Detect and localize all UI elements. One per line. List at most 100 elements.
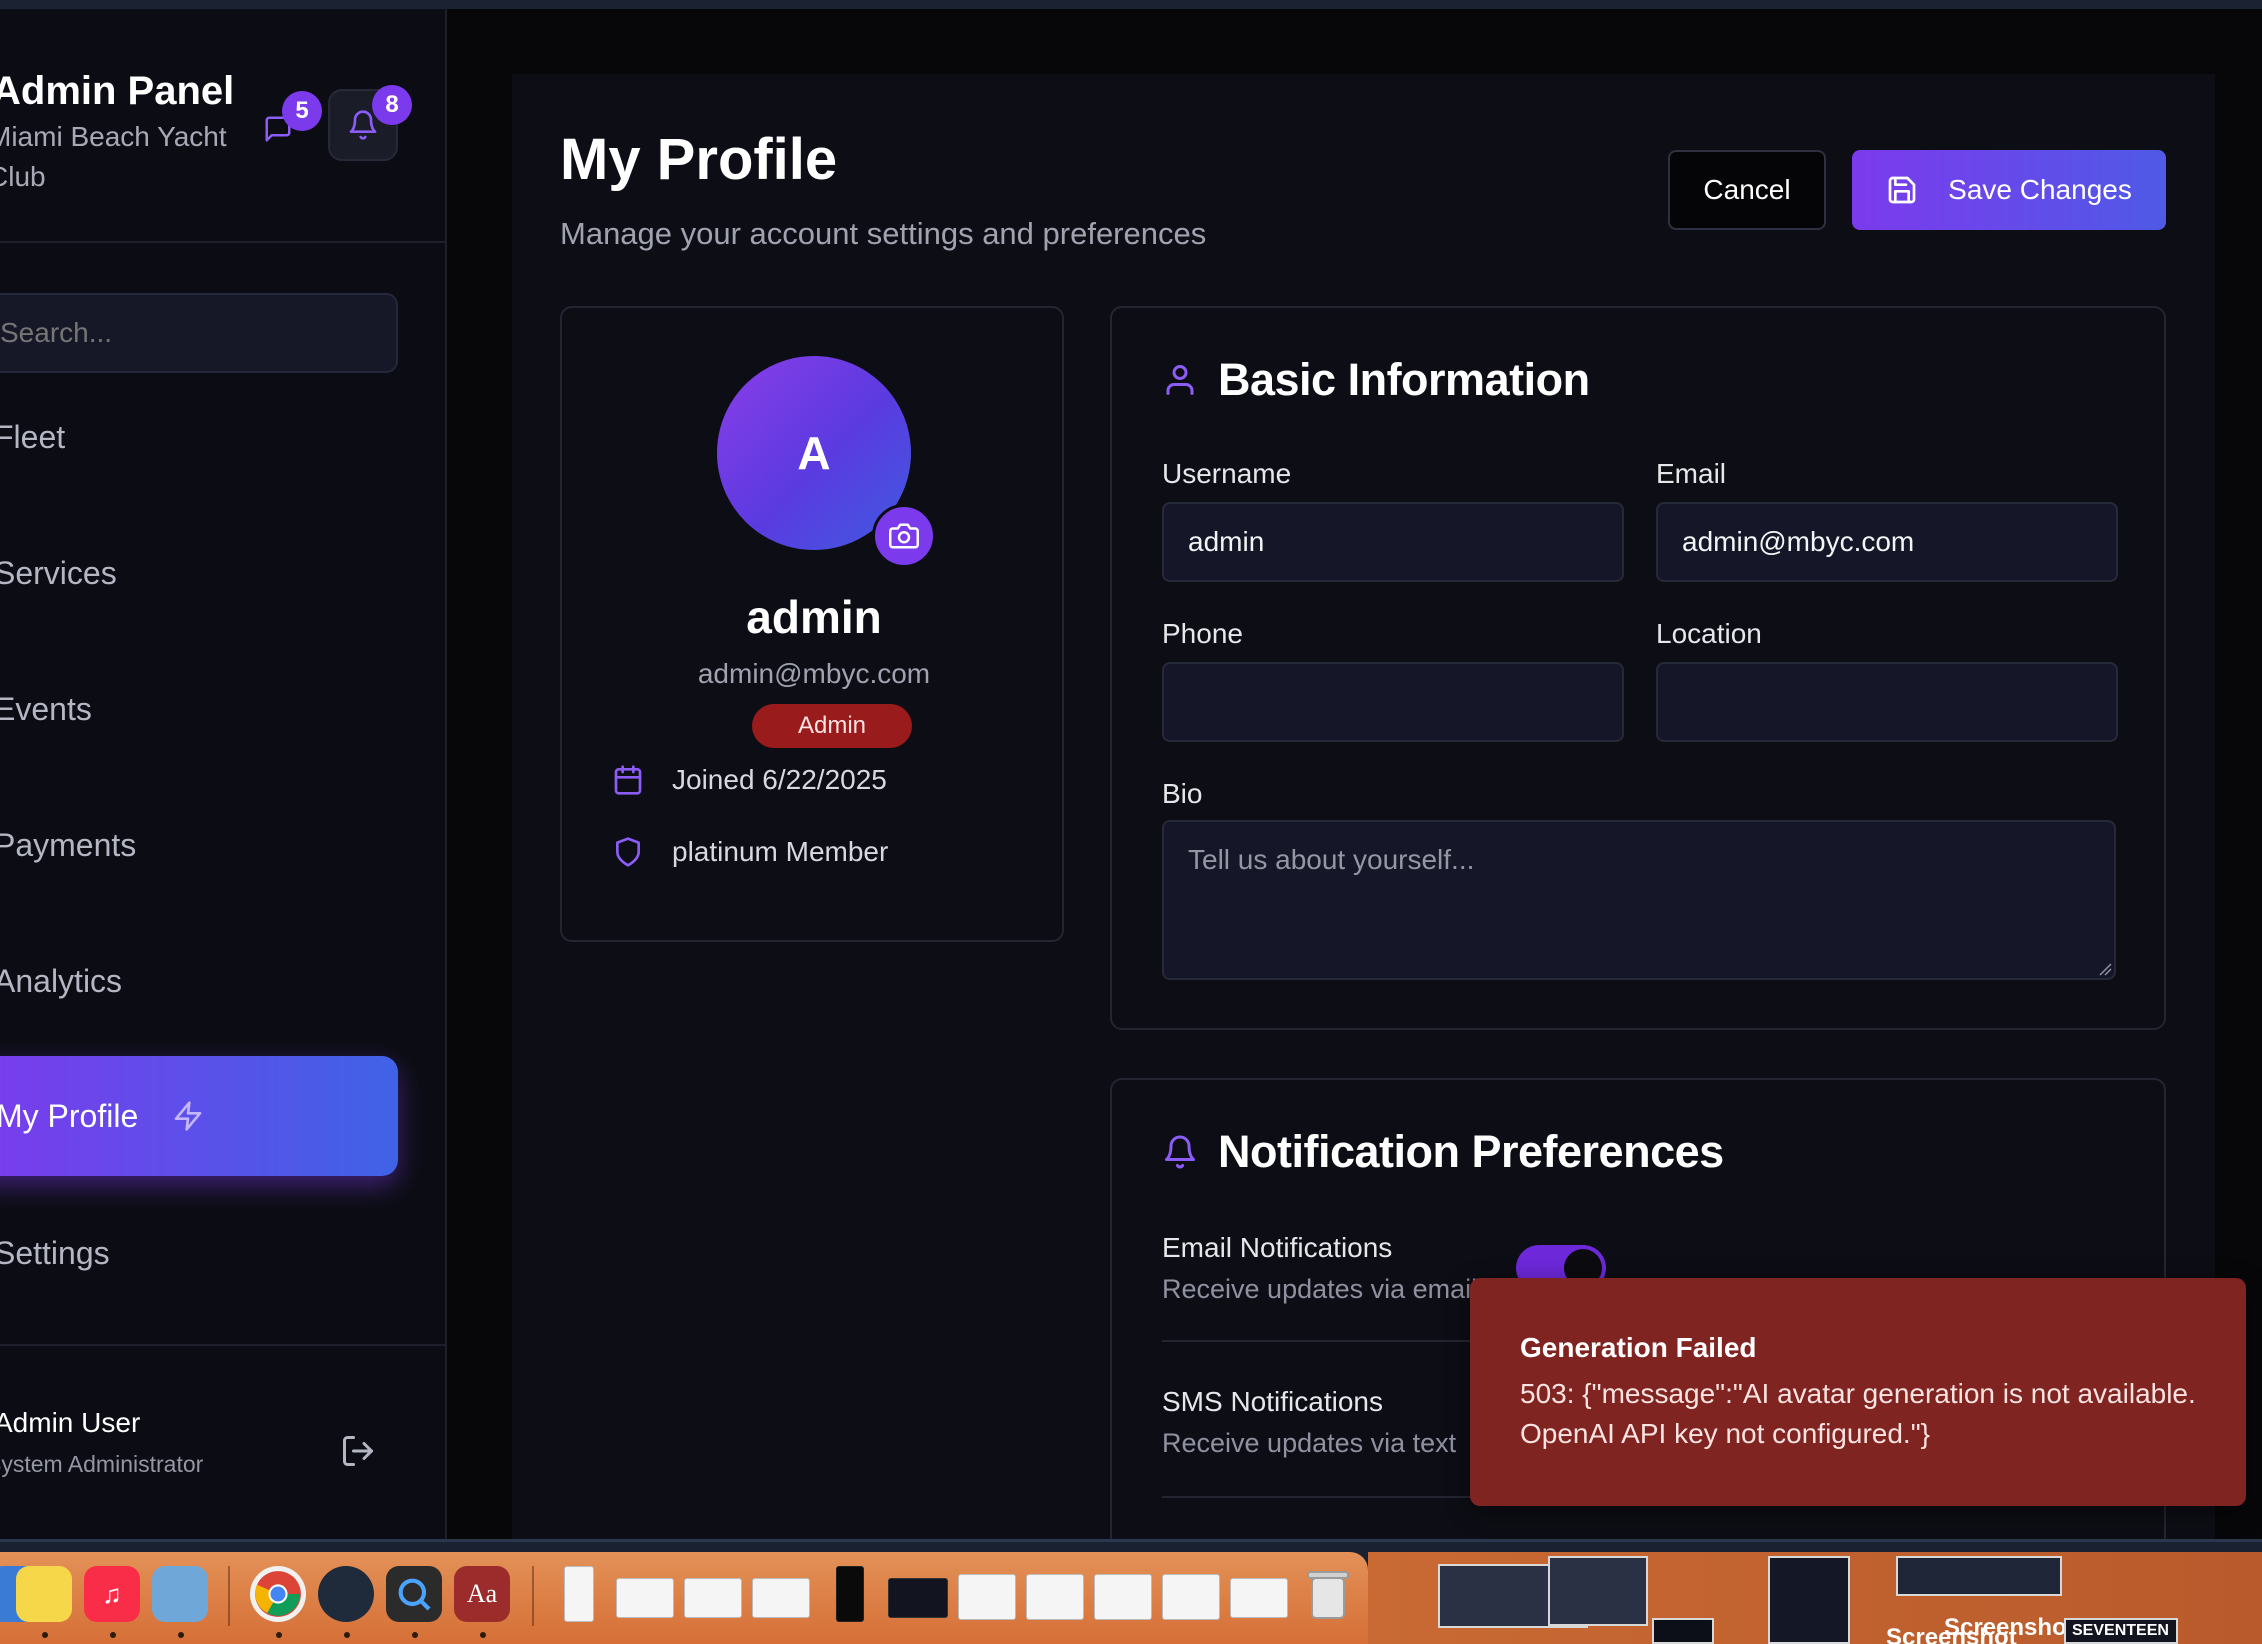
trash-app-icon[interactable] [1300, 1566, 1356, 1622]
nav-item-fleet[interactable]: Fleet [0, 419, 65, 456]
document-thumbnail[interactable] [1230, 1578, 1288, 1618]
lightning-icon [174, 1101, 202, 1131]
sidebar-title: Admin Panel [0, 69, 235, 113]
bio-label: Bio [1162, 778, 1203, 809]
document-thumbnail[interactable] [1026, 1574, 1084, 1620]
nav-item-settings[interactable]: Settings [0, 1235, 110, 1272]
nav-item-payments[interactable]: Payments [0, 827, 136, 864]
sms-notifications-description: Receive updates via text [1162, 1428, 1457, 1458]
location-label: Location [1656, 618, 1762, 649]
trash-icon [1307, 1571, 1349, 1619]
joined-row: Joined 6/22/2025 [612, 764, 887, 796]
page-title: My Profile [560, 127, 838, 192]
notifications-count-badge: 8 [372, 85, 412, 125]
dock-separator [532, 1566, 534, 1626]
desktop-screenshot-thumbnail[interactable] [1768, 1556, 1850, 1644]
nav-item-services[interactable]: Services [0, 555, 117, 592]
membership-row: platinum Member [612, 836, 888, 868]
location-field[interactable] [1656, 662, 2118, 742]
sidebar-user-name: Admin User [0, 1407, 141, 1438]
sidebar: Admin Panel Miami Beach Yacht Club 5 8 F… [0, 9, 447, 1539]
username-label: Username [1162, 458, 1292, 489]
document-thumbnail[interactable] [752, 1578, 810, 1618]
bio-field[interactable] [1162, 820, 2116, 980]
nav-item-analytics[interactable]: Analytics [0, 963, 122, 1000]
running-indicator [480, 1632, 486, 1638]
email-notifications-title: Email Notifications [1162, 1232, 1393, 1263]
membership-tier: platinum Member [672, 836, 889, 867]
joined-date: Joined 6/22/2025 [672, 764, 887, 795]
logout-icon [343, 1436, 373, 1466]
role-badge: Admin [752, 704, 912, 748]
basic-information-header: Basic Information [1162, 354, 1590, 406]
dictionary-app-icon[interactable]: Aa [454, 1566, 510, 1622]
change-avatar-button[interactable] [872, 504, 936, 568]
document-thumbnail[interactable] [616, 1578, 674, 1618]
sidebar-divider [0, 1344, 445, 1346]
screenshot-label[interactable]: Screenshot [1944, 1614, 2075, 1642]
sidebar-divider [0, 241, 445, 243]
document-thumbnail[interactable] [888, 1578, 948, 1618]
sidebar-search-input[interactable] [0, 293, 398, 373]
camera-icon [889, 523, 919, 549]
email-label: Email [1656, 458, 1727, 489]
basic-information-title: Basic Information [1218, 354, 1590, 405]
running-indicator [276, 1632, 282, 1638]
seventeen-label[interactable]: SEVENTEEN [2072, 1622, 2169, 1640]
desktop-screenshot-thumbnail[interactable] [1896, 1556, 2062, 1596]
phone-field[interactable] [1162, 662, 1624, 742]
running-indicator [42, 1632, 48, 1638]
document-thumbnail[interactable] [684, 1578, 742, 1618]
document-thumbnail[interactable] [958, 1574, 1016, 1620]
cancel-button[interactable]: Cancel [1668, 150, 1826, 230]
save-icon [1888, 176, 1916, 204]
notification-preferences-title: Notification Preferences [1218, 1126, 1724, 1177]
toast-title: Generation Failed [1520, 1332, 1757, 1363]
dock-separator [228, 1566, 230, 1626]
running-indicator [412, 1632, 418, 1638]
notification-preferences-header: Notification Preferences [1162, 1126, 1724, 1178]
profile-name: admin [746, 591, 882, 643]
document-thumbnail[interactable] [836, 1566, 864, 1622]
notes-app-icon[interactable] [16, 1566, 72, 1622]
username-field[interactable] [1162, 502, 1624, 582]
profile-summary-card: A admin admin@mbyc.com Admin Joined 6/22… [560, 306, 1064, 942]
nav-item-events[interactable]: Events [0, 691, 92, 728]
calendar-icon [614, 765, 642, 795]
instruments-app-icon[interactable] [318, 1566, 374, 1622]
chrome-app-icon[interactable] [250, 1566, 306, 1622]
quicktime-app-icon[interactable] [386, 1566, 442, 1622]
error-toast[interactable]: Generation Failed 503: {"message":"AI av… [1470, 1278, 2246, 1506]
window-top-edge [0, 0, 2262, 9]
toast-message: 503: {"message":"AI avatar generation is… [1520, 1378, 2196, 1449]
profile-email: admin@mbyc.com [697, 658, 931, 689]
nav-item-my-profile-label: My Profile [0, 1097, 139, 1134]
preview-app-icon[interactable] [152, 1566, 208, 1622]
resize-grip-icon[interactable] [2098, 962, 2112, 976]
phone-label: Phone [1162, 618, 1243, 649]
document-thumbnail[interactable] [1162, 1574, 1220, 1620]
user-icon [1166, 365, 1194, 395]
desktop-screenshot-thumbnail[interactable] [1548, 1556, 1648, 1626]
sms-notifications-title: SMS Notifications [1162, 1386, 1383, 1417]
chrome-icon [255, 1571, 301, 1617]
sidebar-user-role: System Administrator [0, 1451, 204, 1477]
document-thumbnail[interactable] [564, 1566, 594, 1622]
desktop-screenshot-thumbnail[interactable] [1652, 1618, 1714, 1644]
shield-icon [616, 837, 640, 867]
logout-button[interactable] [340, 1433, 376, 1469]
page-subtitle: Manage your account settings and prefere… [560, 216, 1207, 251]
document-thumbnail[interactable] [1094, 1574, 1152, 1620]
save-changes-button[interactable]: Save Changes [1852, 150, 2166, 230]
bell-icon [1165, 1135, 1195, 1169]
running-indicator [178, 1632, 184, 1638]
sidebar-subtitle: Miami Beach Yacht Club [0, 121, 227, 192]
running-indicator [110, 1632, 116, 1638]
email-field[interactable] [1656, 502, 2118, 582]
running-indicator [344, 1632, 350, 1638]
quicktime-icon [398, 1578, 431, 1611]
nav-item-my-profile[interactable]: My Profile [0, 1056, 398, 1176]
basic-information-card: Basic Information Username Email Phone L… [1110, 306, 2166, 1030]
email-notifications-description: Receive updates via email [1162, 1274, 1478, 1304]
music-app-icon[interactable]: ♫ [84, 1566, 140, 1622]
